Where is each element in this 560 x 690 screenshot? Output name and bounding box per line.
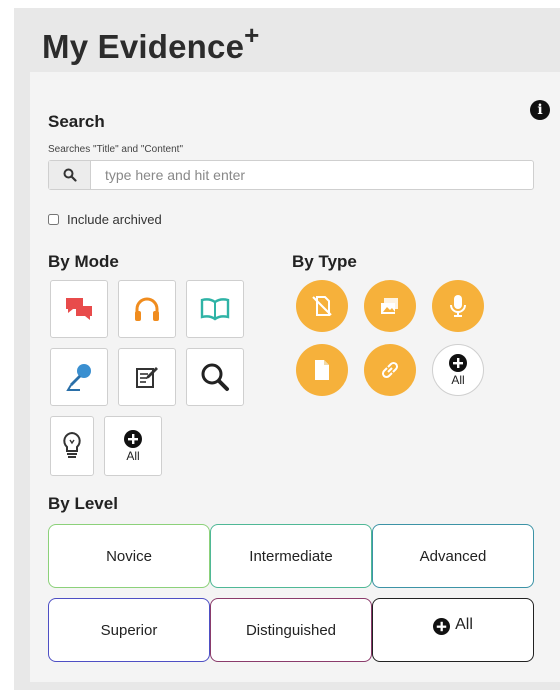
level-advanced-button[interactable]: Advanced	[372, 524, 534, 588]
search-button[interactable]	[49, 161, 91, 189]
type-no-document-button[interactable]	[296, 280, 348, 332]
mode-speaking-button[interactable]	[50, 348, 108, 406]
image-icon	[381, 298, 398, 314]
document-icon	[315, 360, 329, 380]
open-book-icon	[200, 298, 230, 321]
headphones-icon	[135, 297, 159, 321]
type-link-button[interactable]	[364, 344, 416, 396]
search-hint: Searches "Title" and "Content"	[48, 144, 184, 155]
type-audio-button[interactable]	[432, 280, 484, 332]
level-novice-button[interactable]: Novice	[48, 524, 210, 588]
evidence-container: My Evidence+ i Search Searches "Title" a…	[14, 8, 560, 690]
search-icon	[63, 168, 77, 182]
by-level-heading: By Level	[48, 494, 118, 513]
no-document-icon	[312, 296, 332, 316]
by-mode-heading: By Mode	[48, 252, 119, 271]
type-document-button[interactable]	[296, 344, 348, 396]
level-distinguished-button[interactable]: Distinguished	[210, 598, 372, 662]
include-archived-checkbox[interactable]	[48, 214, 59, 225]
microphone-icon	[66, 364, 91, 391]
level-intermediate-button[interactable]: Intermediate	[210, 524, 372, 588]
lightbulb-icon	[63, 431, 81, 458]
plus-circle-icon	[124, 430, 142, 448]
mode-listening-button[interactable]	[118, 280, 176, 338]
search-input[interactable]	[91, 161, 533, 189]
mode-all-button[interactable]: All	[104, 416, 162, 476]
page-title-plus: +	[244, 20, 260, 50]
mode-interpersonal-button[interactable]	[50, 280, 108, 338]
mode-all-label: All	[126, 449, 140, 463]
mode-writing-button[interactable]	[118, 348, 176, 406]
level-all-label: All	[455, 616, 473, 633]
by-type-heading: By Type	[292, 252, 357, 271]
magnifier-icon	[201, 363, 229, 391]
chat-bubbles-icon	[66, 298, 92, 320]
type-all-content: All	[449, 354, 467, 386]
type-all-button[interactable]: All	[432, 344, 484, 396]
mode-reading-button[interactable]	[186, 280, 244, 338]
include-archived-label: Include archived	[67, 212, 162, 227]
type-image-button[interactable]	[364, 280, 416, 332]
search-group	[48, 160, 534, 190]
link-icon	[381, 361, 399, 379]
page-title: My Evidence+	[42, 20, 260, 66]
include-archived-row[interactable]: Include archived	[48, 212, 162, 227]
plus-circle-icon	[433, 617, 451, 635]
search-heading: Search	[48, 112, 105, 131]
level-all-button[interactable]: All	[372, 598, 534, 662]
page-title-text: My Evidence	[42, 28, 245, 65]
filter-panel: i Search Searches "Title" and "Content" …	[30, 72, 560, 682]
writing-icon	[136, 367, 158, 388]
mode-search-button[interactable]	[186, 348, 244, 406]
microphone-icon	[450, 295, 466, 317]
plus-circle-icon	[449, 354, 467, 372]
type-all-label: All	[451, 373, 465, 387]
level-superior-button[interactable]: Superior	[48, 598, 210, 662]
mode-all-content: All	[124, 430, 142, 462]
mode-ideas-button[interactable]	[50, 416, 94, 476]
info-icon[interactable]: i	[530, 100, 550, 120]
